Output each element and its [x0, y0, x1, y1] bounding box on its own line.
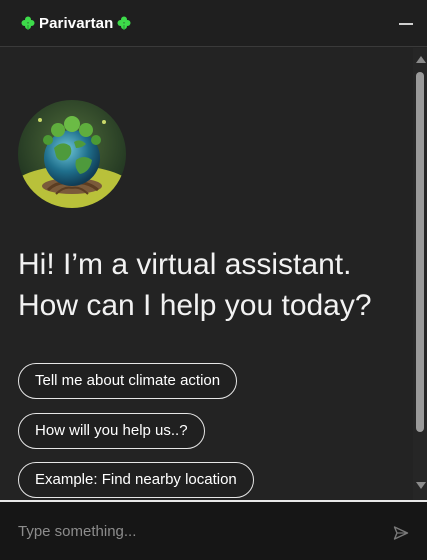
chat-title: Parivartan	[39, 14, 114, 32]
chat-window: Parivartan Hi! I’m a virtual assistant. …	[0, 0, 427, 560]
greeting-line-1: Hi! I’m a virtual assistant.	[18, 248, 352, 281]
scroll-up-arrow-icon[interactable]	[416, 56, 426, 63]
scroll-down-arrow-icon[interactable]	[416, 482, 426, 489]
suggestion-chip-climate-action[interactable]: Tell me about climate action	[18, 363, 238, 399]
chat-scrollbar[interactable]	[413, 48, 427, 500]
send-icon[interactable]	[393, 525, 409, 541]
message-input[interactable]	[0, 502, 380, 560]
assistant-avatar	[18, 100, 126, 208]
earth-tree-avatar	[18, 100, 126, 208]
suggestion-chip-find-location[interactable]: Example: Find nearby location	[18, 462, 254, 498]
greeting-text: Hi! I’m a virtual assistant. How can I h…	[18, 244, 408, 326]
composer	[0, 500, 427, 560]
chat-header: Parivartan	[0, 0, 427, 47]
suggestion-chip-how-help[interactable]: How will you help us..?	[18, 413, 205, 449]
scroll-thumb[interactable]	[416, 72, 424, 432]
minimize-button[interactable]	[399, 16, 413, 30]
clover-icon	[21, 16, 35, 30]
greeting-line-2: How can I help you today?	[18, 289, 372, 322]
clover-icon	[117, 16, 131, 30]
chat-body: Hi! I’m a virtual assistant. How can I h…	[0, 48, 411, 500]
